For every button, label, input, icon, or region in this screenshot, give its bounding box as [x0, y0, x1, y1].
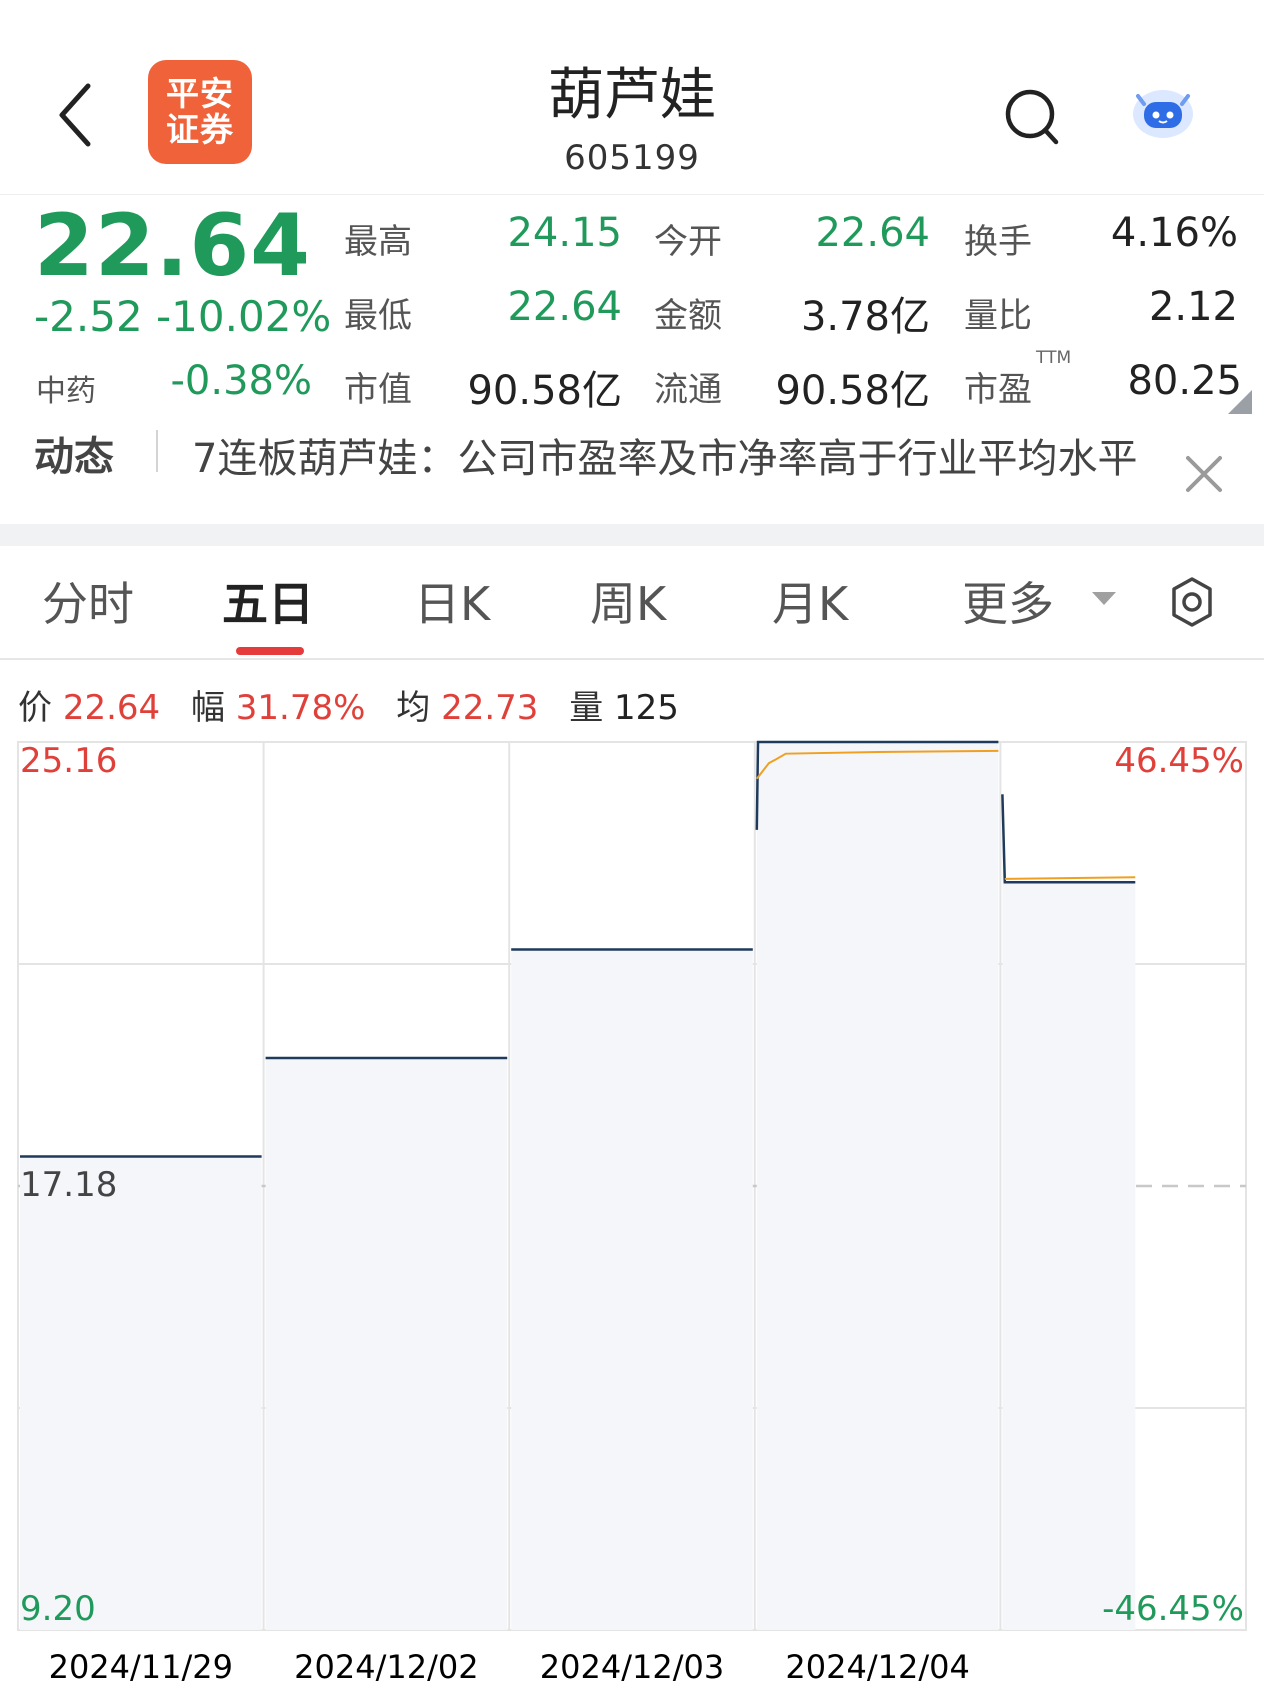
- price-area-day-2: [265, 1058, 508, 1630]
- change-percent: -10.02%: [156, 292, 332, 341]
- y-left-tick: 25.16: [20, 741, 117, 781]
- sector-name[interactable]: 中药: [36, 366, 96, 410]
- news-separator: [156, 430, 158, 472]
- low-value: 22.64: [507, 284, 622, 330]
- open-value: 22.64: [815, 210, 930, 256]
- volume-label: 量: [569, 688, 604, 728]
- price-change: -2.52 -10.02%: [34, 292, 331, 341]
- turnover-label: 换手: [964, 222, 1032, 262]
- sector-change: -0.38%: [170, 358, 312, 404]
- average-label: 均: [396, 688, 431, 728]
- high-value: 24.15: [507, 210, 622, 256]
- info-amplitude: 31.78%: [235, 688, 366, 728]
- tab-intraday[interactable]: 分时: [42, 568, 134, 634]
- amplitude-label: 幅: [190, 688, 225, 728]
- news-headline[interactable]: 7连板葫芦娃：公司市盈率及市净率高于行业平均水平: [192, 426, 1177, 484]
- news-close-button[interactable]: [1182, 452, 1226, 496]
- amount-label: 金额: [654, 296, 722, 336]
- chart-settings-button[interactable]: [1166, 576, 1218, 628]
- robot-assistant-icon: [1133, 90, 1193, 138]
- market-cap-value: 90.58亿: [467, 368, 622, 414]
- y-right-tick: -46.45%: [1102, 1589, 1244, 1629]
- pe-label: 市盈: [964, 370, 1032, 410]
- amount-value: 3.78亿: [800, 294, 930, 340]
- x-date-label: 2024/12/04: [785, 1648, 969, 1686]
- market-cap-label: 市值: [344, 370, 412, 410]
- low-label: 最低: [344, 296, 412, 336]
- price-label: 价: [18, 688, 52, 728]
- price-area-day-3: [511, 949, 753, 1630]
- close-icon: [1186, 456, 1222, 492]
- chevron-left-icon: [59, 83, 91, 147]
- y-left-tick: 9.20: [20, 1589, 96, 1629]
- ai-assistant-button[interactable]: [1128, 82, 1198, 142]
- price-area-day-4: [756, 742, 999, 1630]
- tab-daily-k[interactable]: 日K: [414, 568, 490, 634]
- stock-name: 葫芦娃: [548, 63, 716, 128]
- tab-more[interactable]: 更多: [962, 568, 1054, 634]
- price-area-day-5: [1002, 794, 1136, 1630]
- broker-logo-line1: 平安: [166, 74, 234, 113]
- change-amount: -2.52: [34, 292, 143, 341]
- x-date-label: 2024/12/02: [294, 1648, 478, 1686]
- tab-weekly-k[interactable]: 周K: [590, 568, 666, 634]
- x-date-label: 2024/12/03: [540, 1648, 724, 1686]
- expand-corner-icon[interactable]: [1228, 390, 1252, 414]
- tab-five-day[interactable]: 五日: [222, 568, 314, 634]
- high-label: 最高: [344, 222, 412, 262]
- gear-icon: [1172, 577, 1212, 627]
- news-tag: 动态: [34, 434, 114, 480]
- info-volume: 125: [614, 688, 679, 728]
- open-label: 今开: [654, 222, 722, 262]
- price-area-day-1: [20, 1156, 262, 1630]
- volume-ratio-value: 2.12: [1148, 284, 1238, 330]
- info-average: 22.73: [441, 688, 539, 728]
- active-tab-indicator: [236, 647, 304, 655]
- caret-down-icon[interactable]: [1092, 592, 1116, 605]
- five-day-chart[interactable]: 25.16 17.18 9.20 46.45% -46.45% 2024/11/29 202…: [0, 738, 1264, 1694]
- tab-divider: [0, 658, 1264, 660]
- y-right-tick: 46.45%: [1114, 741, 1244, 781]
- avg-line-day-5: [1004, 876, 1136, 880]
- pe-value: 80.25: [1127, 358, 1242, 404]
- search-button[interactable]: [1000, 82, 1064, 152]
- back-button[interactable]: [48, 70, 108, 160]
- price-line-day-5: [1001, 794, 1136, 884]
- search-icon: [1005, 89, 1059, 145]
- float-cap-value: 90.58亿: [775, 368, 930, 414]
- chart-area-fill: [20, 742, 1136, 1630]
- chart-info-line: 价 22.64 幅 31.78% 均 22.73 量 125: [18, 680, 679, 729]
- broker-logo-line2: 证券: [166, 110, 234, 149]
- header-divider: [0, 194, 1264, 195]
- x-date-label: 2024/11/29: [49, 1648, 233, 1686]
- stock-code: 605199: [564, 138, 700, 178]
- info-price: 22.64: [62, 688, 161, 728]
- turnover-value: 4.16%: [1110, 210, 1238, 256]
- volume-ratio-label: 量比: [964, 296, 1032, 336]
- y-left-tick: 17.18: [20, 1165, 117, 1205]
- section-spacer: [0, 524, 1264, 546]
- tab-monthly-k[interactable]: 月K: [772, 568, 848, 634]
- current-price: 22.64: [34, 196, 312, 296]
- float-cap-label: 流通: [654, 370, 722, 410]
- broker-logo: 平安 证券: [148, 60, 252, 164]
